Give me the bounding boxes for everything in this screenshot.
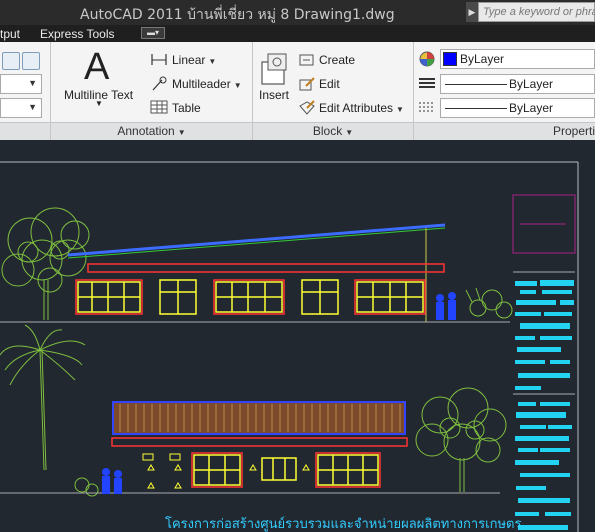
ribbon-minimize-icon[interactable]: ▬▾ bbox=[141, 27, 165, 39]
search-placeholder: Type a keyword or phrase bbox=[483, 6, 595, 18]
roof-block bbox=[112, 401, 406, 435]
multiline-text-icon[interactable]: A bbox=[84, 46, 109, 89]
linetype-select[interactable]: ByLayer bbox=[440, 74, 595, 94]
block-panel-label: Block bbox=[312, 124, 343, 138]
chevron-down-icon[interactable]: ▼ bbox=[95, 99, 103, 108]
left-panel-footer bbox=[0, 122, 50, 140]
table-button[interactable]: Table bbox=[172, 101, 201, 115]
color-value: ByLayer bbox=[460, 52, 505, 66]
lineweight-value: ByLayer bbox=[509, 101, 554, 115]
annotation-panel-label: Annotation bbox=[117, 124, 175, 138]
drawing-canvas[interactable]: โครงการก่อสร้างศูนย์รวบรวมและจำหน่ายผลผล… bbox=[0, 140, 595, 532]
line-preview bbox=[445, 84, 507, 85]
tab-output[interactable]: tput bbox=[0, 27, 20, 41]
color-wheel-icon[interactable] bbox=[418, 50, 436, 68]
properties-panel-label: Properti bbox=[552, 124, 595, 138]
create-button[interactable]: Create bbox=[319, 53, 355, 67]
window-set bbox=[75, 279, 426, 315]
edit-attributes-label: Edit Attributes bbox=[319, 101, 394, 115]
drawing-caption: โครงการก่อสร้างศูนย์รวบรวมและจำหน่ายผลผล… bbox=[165, 517, 522, 532]
lower-elevation bbox=[0, 324, 507, 497]
multileader-button[interactable]: Multileader ▼ bbox=[172, 77, 242, 91]
block-panel-footer[interactable]: Block ▼ bbox=[253, 122, 413, 140]
lineweight-icon[interactable] bbox=[418, 100, 436, 114]
people-figures bbox=[436, 292, 456, 320]
annotation-panel-footer[interactable]: Annotation ▼ bbox=[51, 122, 252, 140]
lineweight-select[interactable]: ByLayer bbox=[440, 98, 595, 118]
left-combo-1[interactable]: ▼ bbox=[0, 74, 42, 94]
linear-label: Linear bbox=[172, 53, 206, 67]
caret-right-icon[interactable]: ▶ bbox=[466, 2, 478, 22]
insert-block-icon[interactable] bbox=[258, 50, 292, 88]
left-combo-2[interactable]: ▼ bbox=[0, 98, 42, 118]
multileader-icon bbox=[152, 76, 167, 91]
create-block-icon bbox=[299, 54, 314, 66]
fascia bbox=[87, 263, 445, 273]
roof-line bbox=[67, 223, 446, 257]
color-select[interactable]: ByLayer bbox=[440, 49, 595, 69]
ribbon: ▼ ▼ A Multiline Text ▼ Linear ▼ Multilead… bbox=[0, 42, 595, 140]
linear-button[interactable]: Linear ▼ bbox=[172, 53, 216, 67]
window-title: AutoCAD 2011 บ้านพี่เชี่ยว หมู่ 8 Drawin… bbox=[80, 7, 395, 23]
edit-attributes-button[interactable]: Edit Attributes ▼ bbox=[319, 101, 404, 115]
tool-icon-2[interactable] bbox=[22, 52, 40, 70]
palm-tree bbox=[0, 324, 86, 471]
tab-express-tools[interactable]: Express Tools bbox=[40, 27, 114, 41]
line-preview bbox=[445, 108, 507, 109]
insert-button[interactable]: Insert bbox=[259, 88, 289, 102]
fascia-lower bbox=[111, 437, 408, 447]
wall-lights bbox=[142, 453, 310, 489]
roof-line bbox=[67, 227, 446, 259]
tool-icon-1[interactable] bbox=[2, 52, 20, 70]
color-swatch bbox=[443, 52, 457, 66]
linear-dimension-icon bbox=[151, 54, 167, 65]
properties-panel-footer[interactable]: Properti bbox=[414, 122, 595, 140]
linetype-value: ByLayer bbox=[509, 77, 554, 91]
title-bar: AutoCAD 2011 บ้านพี่เชี่ยว หมู่ 8 Drawin… bbox=[0, 0, 595, 25]
ribbon-tabs: tput Express Tools ▬▾ bbox=[0, 25, 595, 42]
tree-right-lower bbox=[415, 387, 507, 492]
edit-attributes-icon bbox=[299, 100, 315, 115]
search-input[interactable]: Type a keyword or phrase bbox=[478, 2, 595, 22]
shrub-right-upper bbox=[465, 287, 513, 319]
linetype-icon[interactable] bbox=[418, 76, 436, 90]
people-figures-lower bbox=[102, 468, 122, 494]
edit-button[interactable]: Edit bbox=[319, 77, 340, 91]
drawing-svg bbox=[0, 161, 579, 532]
window-set-lower bbox=[191, 452, 381, 488]
edit-block-icon bbox=[299, 77, 315, 91]
table-icon bbox=[150, 100, 168, 114]
upper-elevation bbox=[0, 207, 513, 323]
title-block bbox=[512, 194, 576, 530]
multileader-label: Multileader bbox=[172, 77, 231, 91]
